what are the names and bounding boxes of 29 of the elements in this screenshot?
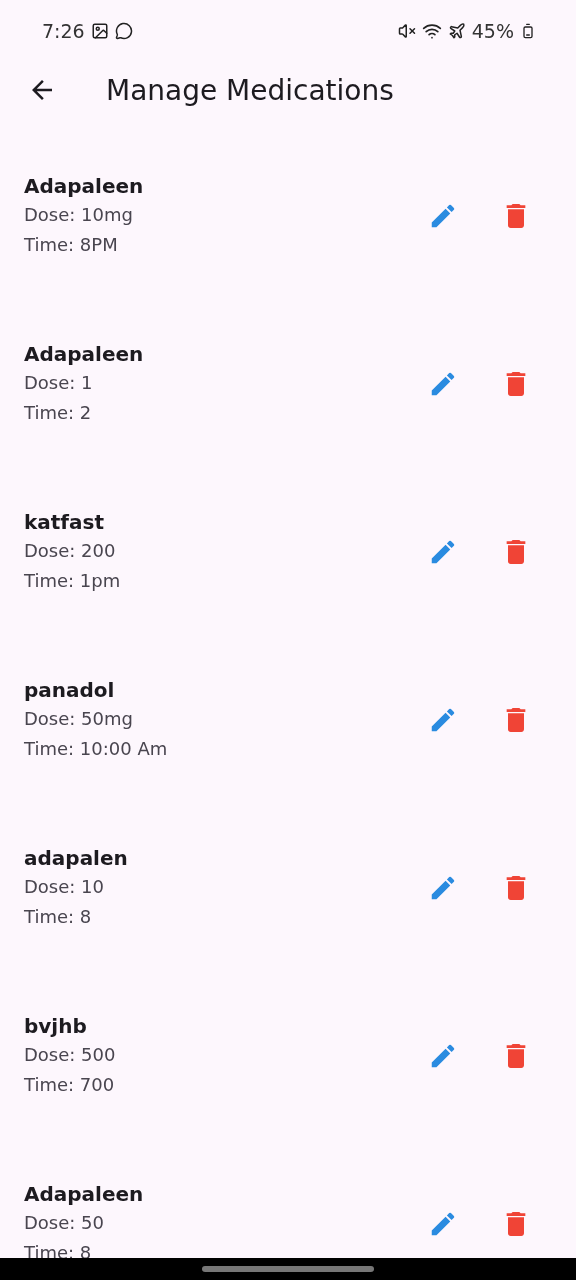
dose-text: Dose: 50 <box>24 1211 104 1235</box>
chat-icon <box>114 22 133 40</box>
dose-text: Dose: 50mg <box>24 707 133 731</box>
mute-icon <box>397 22 416 40</box>
medication-name: Adapaleen <box>24 173 144 200</box>
time-text: Time: 2 <box>24 401 92 425</box>
image-icon <box>90 22 109 40</box>
dose-text: Dose: 500 <box>24 1043 116 1067</box>
wifi-icon <box>421 21 442 41</box>
battery-percentage: 45% <box>471 20 514 42</box>
medication-name: katfast <box>24 509 105 536</box>
battery-icon <box>520 23 536 39</box>
airplane-icon <box>447 22 466 40</box>
time-text: Time: 8 <box>24 905 92 929</box>
dose-text: Dose: 1 <box>24 371 93 395</box>
time-text: Time: 1pm <box>24 569 121 593</box>
time-text: Time: 8PM <box>24 233 118 257</box>
dose-text: Dose: 10 <box>24 875 104 899</box>
medication-name: bvjhb <box>24 1013 87 1040</box>
time-text: Time: 10:00 Am <box>24 737 168 761</box>
medication-name: Adapaleen <box>24 341 144 368</box>
medication-name: Adapaleen <box>24 1181 144 1208</box>
page-title: Manage Medications <box>106 73 394 107</box>
dose-text: Dose: 200 <box>24 539 116 563</box>
medication-name: adapalen <box>24 845 128 872</box>
dose-text: Dose: 10mg <box>24 203 133 227</box>
status-time: 7:26 <box>42 20 85 42</box>
time-text: Time: 700 <box>24 1073 115 1097</box>
medication-name: panadol <box>24 677 115 704</box>
